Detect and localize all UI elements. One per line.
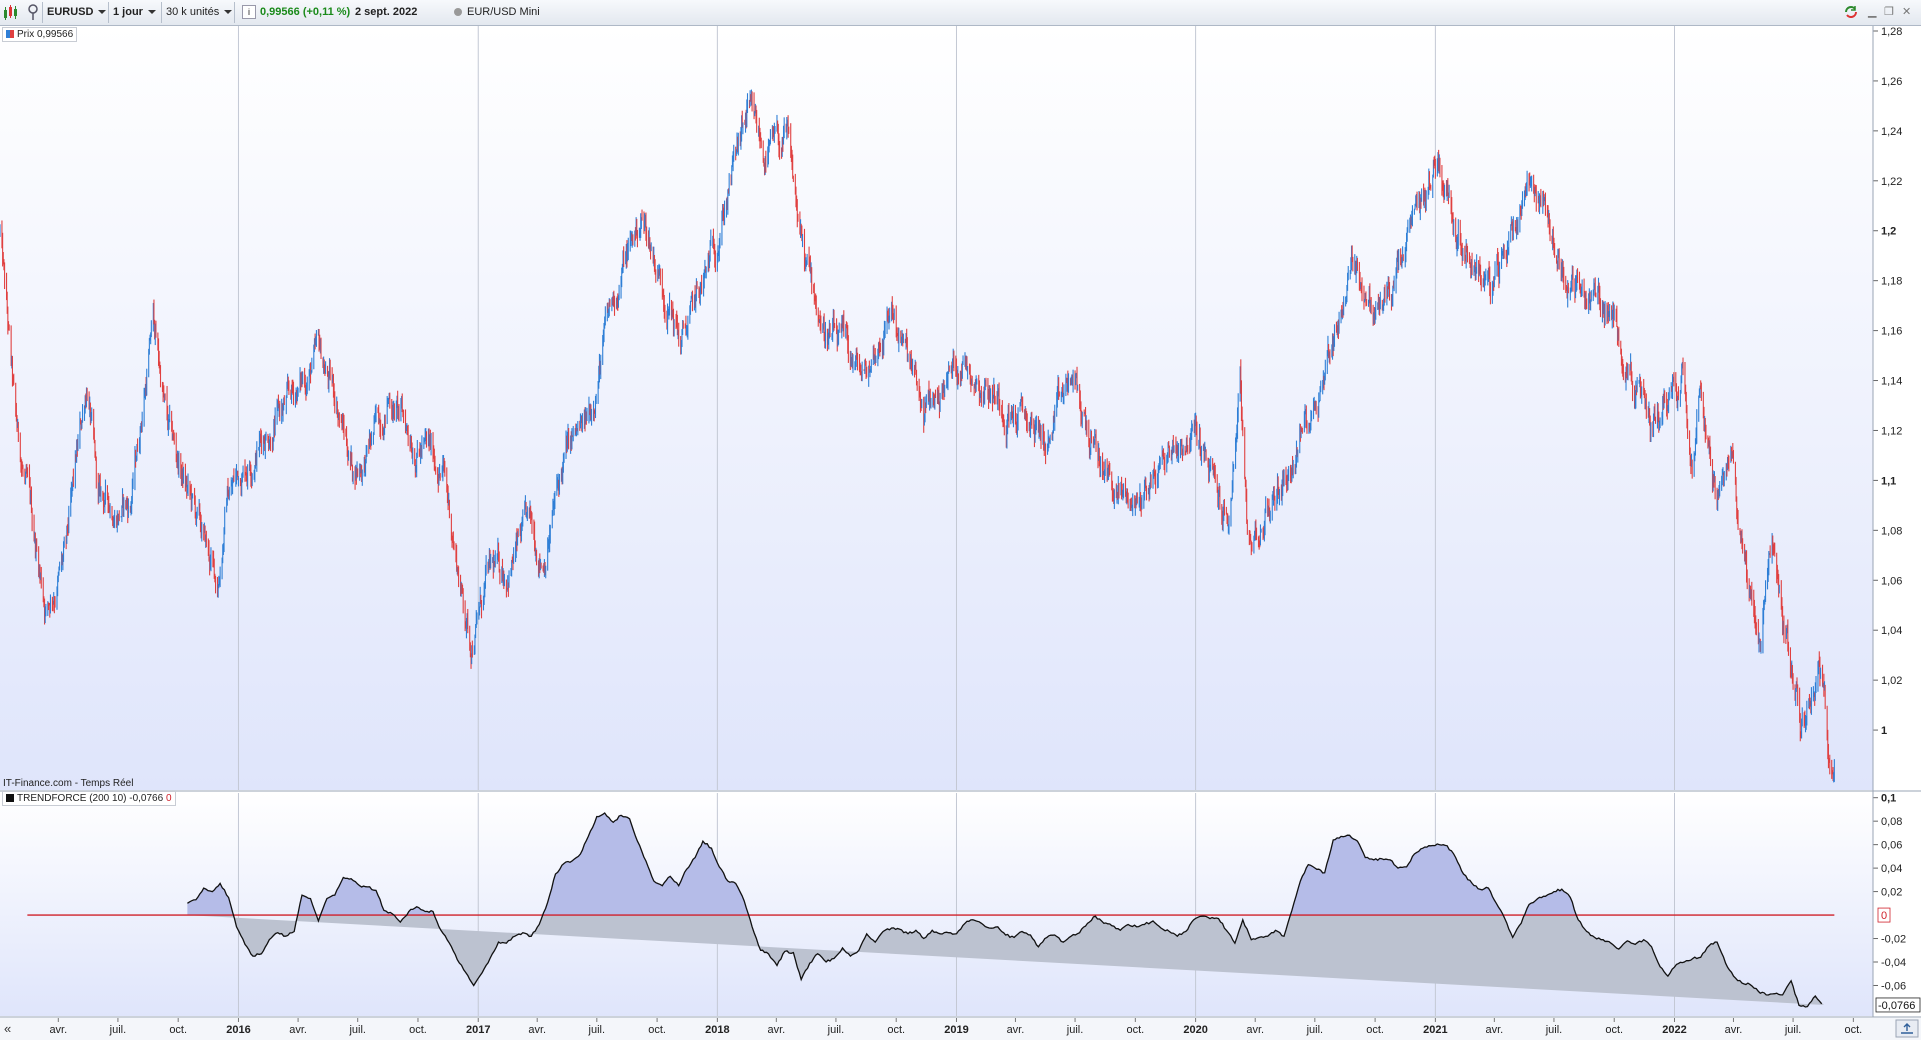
x-axis-label: 2021 — [1423, 1024, 1447, 1036]
x-axis-label: oct. — [1366, 1024, 1384, 1036]
x-axis-label: 2020 — [1183, 1024, 1207, 1036]
close-icon[interactable]: ✕ — [1902, 3, 1911, 21]
zero-axis-label: 0 — [1881, 910, 1887, 922]
x-axis-label: avr. — [528, 1024, 546, 1036]
x-axis-label: juil. — [1784, 1024, 1802, 1036]
price-axis-label: 1,16 — [1881, 326, 1902, 338]
price-axis-label: 1,08 — [1881, 525, 1902, 537]
price-panel: 1 1,02 1,04 1,06 1,08 1,1 1,12 1,14 1,16 1,18 1,2 1… — [0, 26, 1902, 790]
data-source: IT-Finance.com - Temps Réel — [3, 778, 134, 789]
indicator-axis-label: 0,04 — [1881, 863, 1902, 875]
indicator-legend: TRENDFORCE (200 10) -0,0766 0 — [2, 791, 176, 806]
x-axis-label: juil. — [1066, 1024, 1084, 1036]
price-axis-label: 1,04 — [1881, 625, 1902, 637]
price-axis-label: 1 — [1881, 725, 1887, 737]
restore-icon[interactable]: ❐ — [1884, 3, 1894, 21]
price-axis-label: 1,06 — [1881, 575, 1902, 587]
x-axis-label: oct. — [648, 1024, 666, 1036]
indicator-axis-label: 0,1 — [1881, 793, 1896, 805]
indicator-panel: -0,06 -0,04 -0,02 0,02 0,04 0,06 0,08 0,1 0 -0,07… — [0, 793, 1921, 1016]
period-dropdown[interactable]: 1 jour — [113, 3, 156, 21]
symbol-dropdown[interactable]: EURUSD — [47, 3, 107, 21]
price-axis-label: 1,28 — [1881, 26, 1902, 38]
price-background — [0, 26, 1873, 790]
indicator-axis-label: -0,06 — [1881, 980, 1906, 992]
indicator-axis-label: -0,02 — [1881, 934, 1906, 946]
x-axis-label: juil. — [348, 1024, 366, 1036]
x-axis-label: oct. — [409, 1024, 427, 1036]
last-value-label: -0,0766 — [1878, 1000, 1915, 1012]
price-change: 0,99566 (+0,11 %) — [260, 6, 351, 18]
candlestick-icon[interactable] — [2, 3, 20, 21]
x-axis-label: 2017 — [466, 1024, 490, 1036]
x-axis-label: oct. — [887, 1024, 905, 1036]
x-axis-label: juil. — [1306, 1024, 1324, 1036]
x-axis-label: oct. — [1126, 1024, 1144, 1036]
x-axis-label: oct. — [169, 1024, 187, 1036]
price-axis-label: 1,2 — [1881, 226, 1896, 238]
size-dropdown[interactable]: 30 k unités — [166, 3, 233, 21]
x-axis-label: juil. — [827, 1024, 845, 1036]
price-axis-label: 1,12 — [1881, 425, 1902, 437]
x-axis-label: avr. — [1007, 1024, 1025, 1036]
price-axis-label: 1,14 — [1881, 376, 1902, 388]
indicator-axis-label: 0,08 — [1881, 816, 1902, 828]
price-legend: Prix 0,99566 — [2, 27, 78, 42]
price-axis-label: 1,18 — [1881, 276, 1902, 288]
info-icon[interactable]: i — [242, 5, 256, 19]
chart-toolbar: EURUSD 1 jour 30 k unités i 0,99566 (+0,… — [0, 0, 1921, 26]
x-axis-label: avr. — [1246, 1024, 1264, 1036]
search-icon[interactable] — [26, 3, 42, 21]
x-axis-label: oct. — [1844, 1024, 1862, 1036]
price-axis-label: 1,24 — [1881, 126, 1902, 138]
x-axis-label: avr. — [767, 1024, 785, 1036]
x-axis-label: 2019 — [944, 1024, 968, 1036]
price-axis-label: 1,02 — [1881, 675, 1902, 687]
price-axis-label: 1,26 — [1881, 76, 1902, 88]
indicator-axis-label: 0,06 — [1881, 840, 1902, 852]
x-axis-label: avr. — [49, 1024, 67, 1036]
x-axis-label: juil. — [1545, 1024, 1563, 1036]
x-axis-label: avr. — [1485, 1024, 1503, 1036]
status-dot-icon — [454, 8, 462, 16]
scroll-left-button[interactable]: « — [4, 1021, 11, 1036]
price-axis-label: 1,1 — [1881, 475, 1896, 487]
quote-date: 2 sept. 2022 — [355, 6, 418, 18]
x-axis-label: 2018 — [705, 1024, 729, 1036]
x-axis-label: oct. — [1605, 1024, 1623, 1036]
x-axis-label: avr. — [1725, 1024, 1743, 1036]
instrument-name: EUR/USD Mini — [467, 6, 540, 18]
x-axis-label: 2022 — [1662, 1024, 1686, 1036]
chart-area[interactable]: 1 1,02 1,04 1,06 1,08 1,1 1,12 1,14 1,16 1,18 1,2 1… — [0, 26, 1921, 1040]
refresh-icon[interactable] — [1843, 4, 1859, 22]
x-axis-label: juil. — [588, 1024, 606, 1036]
x-axis-label: 2016 — [226, 1024, 250, 1036]
x-axis-label: avr. — [289, 1024, 307, 1036]
indicator-axis-label: 0,02 — [1881, 887, 1902, 899]
minimize-icon[interactable]: ▁ — [1868, 3, 1876, 21]
x-axis-label: juil. — [109, 1024, 127, 1036]
x-axis: « avr. juil. oct. 2016 avr. juil. oct. 2017 avr. j… — [0, 1018, 1921, 1040]
price-axis-label: 1,22 — [1881, 176, 1902, 188]
indicator-axis-label: -0,04 — [1881, 957, 1906, 969]
